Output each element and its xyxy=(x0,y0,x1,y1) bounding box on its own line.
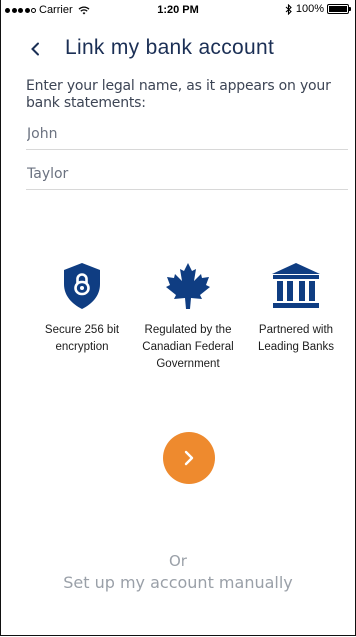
or-divider-text: Or xyxy=(169,552,187,570)
status-right: 100% xyxy=(285,3,351,15)
feature-label: Partnered with Leading Banks xyxy=(257,324,335,353)
bank-icon xyxy=(272,263,320,308)
app-screen: Carrier 1:20 PM 100% Link my bank accoun… xyxy=(0,0,356,636)
feature-regulated: Regulated by the Canadian Federal Govern… xyxy=(133,260,243,373)
back-button[interactable] xyxy=(25,34,45,64)
battery-icon xyxy=(327,4,351,14)
feature-label: Regulated by the Canadian Federal Govern… xyxy=(142,324,234,370)
status-bar: Carrier 1:20 PM 100% xyxy=(1,0,355,20)
chevron-left-icon xyxy=(31,42,39,56)
maple-leaf-icon xyxy=(166,263,210,309)
next-button[interactable] xyxy=(163,432,215,484)
first-name-field[interactable] xyxy=(26,118,348,150)
shield-lock-icon xyxy=(64,263,100,309)
chevron-right-icon xyxy=(184,450,194,466)
header: Link my bank account xyxy=(1,30,355,70)
last-name-field[interactable] xyxy=(26,158,348,190)
manual-setup-link[interactable]: Set up my account manually xyxy=(1,573,355,592)
feature-label: Secure 256 bit encryption xyxy=(44,324,120,353)
feature-banks: Partnered with Leading Banks xyxy=(241,260,351,356)
feature-encryption: Secure 256 bit encryption xyxy=(27,260,137,356)
page-title: Link my bank account xyxy=(65,36,275,59)
battery-percent: 100% xyxy=(295,3,324,15)
bluetooth-icon xyxy=(285,3,292,15)
instructions-text: Enter your legal name, as it appears on … xyxy=(26,78,331,111)
